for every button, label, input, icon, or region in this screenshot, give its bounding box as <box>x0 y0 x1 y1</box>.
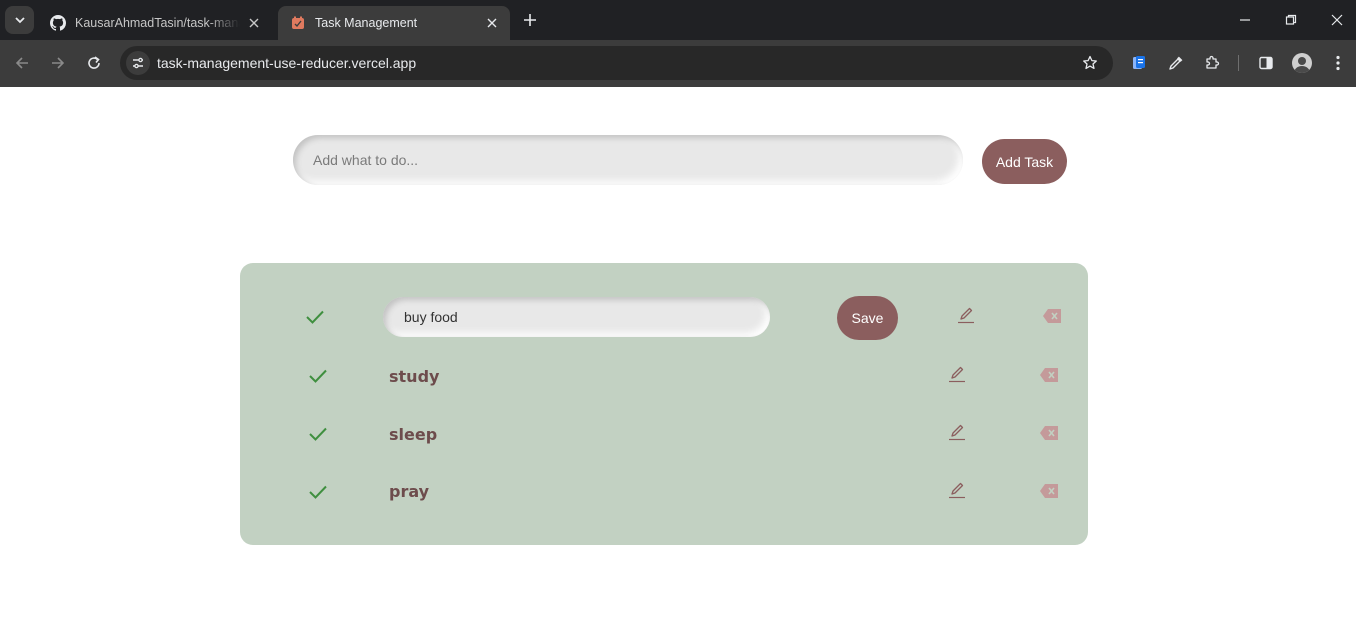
minimize-icon <box>1240 19 1250 21</box>
side-panel-icon[interactable] <box>1255 52 1277 74</box>
task-text: pray <box>389 482 430 501</box>
restore-button[interactable] <box>1281 10 1301 30</box>
page-content: Add Task Save study <box>0 87 1356 621</box>
edit-task-input[interactable] <box>383 297 770 337</box>
chevron-down-icon <box>14 17 25 24</box>
delete-icon[interactable] <box>1038 424 1060 442</box>
close-window-button[interactable] <box>1327 10 1347 30</box>
close-tab-icon[interactable] <box>484 15 500 31</box>
back-button[interactable] <box>11 52 33 74</box>
restore-icon <box>1285 14 1297 25</box>
reload-button[interactable] <box>83 52 105 74</box>
tab-title: Task Management <box>315 16 418 30</box>
address-bar[interactable]: task-management-use-reducer.vercel.app <box>120 46 1113 80</box>
delete-icon[interactable] <box>1041 307 1063 325</box>
arrow-left-icon <box>15 57 28 69</box>
new-tab-button[interactable] <box>520 10 540 30</box>
tab-strip: KausarAhmadTasin/task-management-use-red… <box>0 0 1356 40</box>
close-tab-icon[interactable] <box>246 15 262 31</box>
minimize-button[interactable] <box>1235 10 1255 30</box>
eyedropper-icon[interactable] <box>1165 52 1187 74</box>
tab-task-management[interactable]: Task Management <box>278 6 510 40</box>
tab-search-button[interactable] <box>5 6 34 34</box>
add-task-button[interactable]: Add Task <box>982 139 1067 184</box>
pencil-icon[interactable] <box>947 364 967 384</box>
close-icon <box>1331 14 1343 26</box>
save-button[interactable]: Save <box>837 296 898 340</box>
pencil-icon[interactable] <box>947 422 967 442</box>
pencil-icon[interactable] <box>947 480 967 500</box>
bookmark-star-icon[interactable] <box>1080 53 1100 73</box>
task-favicon <box>290 15 306 31</box>
delete-icon[interactable] <box>1038 366 1060 384</box>
more-menu-icon[interactable] <box>1327 52 1349 74</box>
check-icon[interactable] <box>304 306 326 328</box>
check-icon[interactable] <box>307 365 329 387</box>
pencil-icon[interactable] <box>956 305 976 325</box>
check-icon[interactable] <box>307 481 329 503</box>
extensions-puzzle-icon[interactable] <box>1201 52 1223 74</box>
task-text: sleep <box>389 425 438 444</box>
forward-button[interactable] <box>47 52 69 74</box>
tab-title: KausarAhmadTasin/task-management-use-red… <box>75 16 240 30</box>
toolbar-divider <box>1238 55 1239 71</box>
reload-icon <box>88 56 100 69</box>
browser-toolbar: task-management-use-reducer.vercel.app <box>0 40 1356 87</box>
task-text: study <box>389 367 440 386</box>
delete-icon[interactable] <box>1038 482 1060 500</box>
plus-icon <box>524 14 536 26</box>
new-task-input[interactable] <box>293 135 963 185</box>
arrow-right-icon <box>52 57 65 69</box>
site-settings-icon[interactable] <box>126 51 150 75</box>
github-icon <box>50 15 66 31</box>
tab-github[interactable]: KausarAhmadTasin/task-management-use-red… <box>38 6 272 40</box>
profile-avatar[interactable] <box>1292 53 1312 73</box>
url-text: task-management-use-reducer.vercel.app <box>157 55 417 71</box>
check-icon[interactable] <box>307 423 329 445</box>
extension-docs-icon[interactable] <box>1128 52 1150 74</box>
task-list: Save study sleep <box>240 263 1088 545</box>
